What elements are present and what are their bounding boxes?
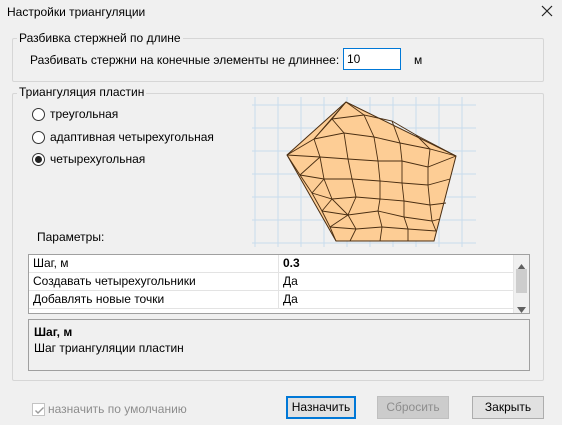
param-value[interactable]: 0.3 <box>279 255 513 273</box>
assign-button[interactable]: Назначить <box>286 396 356 419</box>
radio-adaptive-quad[interactable]: адаптивная четырехугольная <box>32 130 214 144</box>
radio-button-quad[interactable] <box>32 152 45 166</box>
plates-group-title: Триангуляция пластин <box>17 85 147 99</box>
table-row[interactable]: Создавать четырехугольники Да <box>29 273 513 291</box>
param-name: Шаг, м <box>29 255 279 273</box>
param-value[interactable]: Да <box>279 291 513 309</box>
mesh-preview-graphic <box>252 97 476 247</box>
checkmark-icon <box>35 407 44 414</box>
close-icon[interactable] <box>538 2 556 20</box>
radio-triangular-label: треугольная <box>50 107 119 121</box>
radio-button-adaptive-quad[interactable] <box>32 130 45 144</box>
radio-quad[interactable]: четырехугольная <box>32 152 145 166</box>
radio-button-triangular[interactable] <box>32 107 45 121</box>
param-description-box: Шаг, м Шаг триангуляции пластин <box>28 319 530 371</box>
radio-quad-label: четырехугольная <box>50 152 146 166</box>
params-scrollbar[interactable] <box>513 255 529 313</box>
chevron-down-icon[interactable] <box>517 302 526 316</box>
window-title: Настройки триангуляции <box>7 5 146 19</box>
radio-adaptive-quad-label: адаптивная четырехугольная <box>50 130 214 144</box>
param-value[interactable]: Да <box>279 273 513 291</box>
rods-group-title: Разбивка стержней по длине <box>17 31 183 45</box>
default-checkbox[interactable] <box>32 403 45 416</box>
radio-triangular[interactable]: треугольная <box>32 107 118 121</box>
rod-length-input[interactable] <box>343 48 401 70</box>
close-button[interactable]: Закрыть <box>472 396 544 419</box>
scrollbar-thumb[interactable] <box>516 269 527 293</box>
rods-length-label: Разбивать стержни на конечные элементы н… <box>30 53 340 67</box>
params-table[interactable]: Шаг, м 0.3 Создавать четырехугольники Да… <box>28 254 530 314</box>
param-name: Добавлять новые точки <box>29 291 279 309</box>
mesh-preview <box>252 97 476 247</box>
param-description-text: Шаг триангуляции пластин <box>34 341 184 355</box>
param-name: Создавать четырехугольники <box>29 273 279 291</box>
params-label: Параметры: <box>37 230 105 244</box>
rods-length-unit: м <box>414 53 423 67</box>
param-description-title: Шаг, м <box>34 325 73 339</box>
reset-button[interactable]: Сбросить <box>377 396 449 419</box>
default-checkbox-label: назначить по умолчанию <box>48 402 187 416</box>
table-row[interactable]: Добавлять новые точки Да <box>29 291 513 309</box>
table-row[interactable]: Шаг, м 0.3 <box>29 255 513 273</box>
